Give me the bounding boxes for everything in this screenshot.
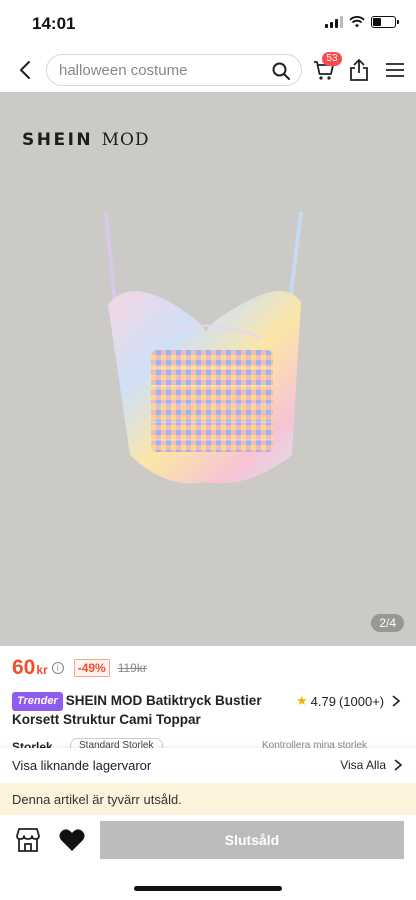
more-icon[interactable] — [384, 60, 406, 80]
search-input[interactable]: halloween costume — [46, 54, 302, 86]
chevron-right-icon[interactable] — [390, 694, 402, 708]
image-counter: 2/4 — [371, 614, 404, 632]
rating-count: (1000+) — [338, 693, 385, 709]
search-icon[interactable] — [271, 61, 291, 81]
share-icon[interactable] — [348, 58, 370, 82]
back-icon[interactable] — [14, 58, 38, 82]
sold-out-notice-text: Denna artikel är tyvärr utsåld. — [12, 792, 182, 807]
sold-out-notice: Denna artikel är tyvärr utsåld. — [0, 783, 416, 815]
cart-count-badge: 53 — [322, 52, 342, 66]
heart-icon[interactable] — [58, 827, 86, 853]
similar-items-title: Visa liknande lagervaror — [12, 758, 152, 773]
header: halloween costume 53 — [0, 48, 416, 92]
product-image-gallery[interactable]: SHEIN MOD 2/4 — [0, 92, 416, 646]
wifi-icon — [349, 16, 365, 28]
battery-icon — [371, 16, 399, 28]
brand-logo: SHEIN MOD — [22, 130, 150, 150]
chevron-right-icon[interactable] — [392, 758, 404, 772]
signal-icon — [325, 16, 343, 28]
view-all-link[interactable]: Visa Alla — [340, 758, 386, 772]
bottom-action-bar: Slutsåld — [0, 815, 416, 900]
rating[interactable]: ★ 4.79 (1000+) — [296, 693, 384, 709]
status-icons — [325, 16, 399, 28]
info-icon[interactable]: i — [51, 662, 64, 674]
home-indicator[interactable] — [134, 886, 282, 891]
star-icon: ★ — [296, 693, 308, 708]
product-photo — [104, 211, 303, 484]
current-price: 60 — [12, 656, 36, 679]
similar-items-row[interactable]: Visa liknande lagervaror Visa Alla — [0, 748, 416, 782]
trender-badge: Trender — [12, 692, 63, 711]
status-bar: 14:01 — [0, 0, 416, 48]
discount-badge: -49% — [73, 659, 110, 677]
product-title: Trender SHEIN MOD Batiktryck Bustier Kors… — [12, 692, 292, 728]
price-currency: kr — [36, 663, 48, 677]
original-price: 119kr — [117, 661, 147, 675]
price-row: 60 kr i -49% 119kr — [12, 656, 147, 680]
search-placeholder: halloween costume — [59, 62, 188, 79]
status-time: 14:01 — [32, 14, 76, 33]
rating-value: 4.79 — [310, 693, 336, 709]
sold-out-button[interactable]: Slutsåld — [100, 821, 404, 859]
store-icon[interactable] — [14, 827, 42, 853]
